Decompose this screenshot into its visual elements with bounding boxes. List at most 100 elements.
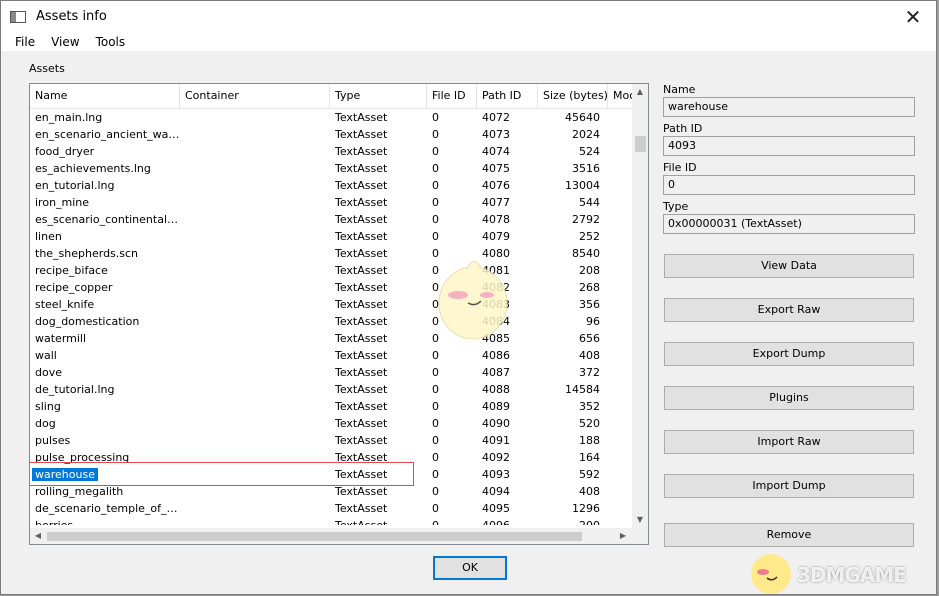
export-raw-button[interactable]: Export Raw bbox=[664, 298, 914, 322]
table-row[interactable]: dove TextAsset 0 4087 372 bbox=[30, 364, 633, 381]
cell-file-id: 0 bbox=[432, 417, 439, 430]
cell-container bbox=[180, 415, 330, 432]
cell-container bbox=[180, 228, 330, 245]
table-row[interactable]: food_dryer TextAsset 0 4074 524 bbox=[30, 143, 633, 160]
table-row[interactable]: warehouse TextAsset 0 4093 592 bbox=[30, 462, 633, 486]
table-row[interactable]: de_scenario_temple_of_th... TextAsset 0 409… bbox=[30, 500, 633, 517]
type-field[interactable]: 0x00000031 (TextAsset) bbox=[663, 214, 915, 234]
cell-path-id: 4080 bbox=[482, 247, 510, 260]
assets-list[interactable]: Name Container Type File ID Path ID Size… bbox=[29, 83, 649, 545]
cell-size: 520 bbox=[579, 417, 600, 430]
view-data-button[interactable]: View Data bbox=[664, 254, 914, 278]
column-header-type[interactable]: Type bbox=[330, 84, 427, 108]
cell-name-text: berries bbox=[35, 519, 73, 525]
cell-type: TextAsset bbox=[335, 485, 388, 498]
cell-size: 96 bbox=[586, 315, 600, 328]
cell-type: TextAsset bbox=[335, 332, 388, 345]
vertical-scrollbar[interactable]: ▲ ▼ bbox=[632, 84, 648, 528]
path-id-field[interactable]: 4093 bbox=[663, 136, 915, 156]
table-row[interactable]: watermill TextAsset 0 4085 656 bbox=[30, 330, 633, 347]
table-row[interactable]: en_tutorial.lng TextAsset 0 4076 13004 bbox=[30, 177, 633, 194]
menu-view[interactable]: View bbox=[43, 35, 87, 49]
table-row[interactable]: en_scenario_ancient_warri... TextAsset 0 40… bbox=[30, 126, 633, 143]
scroll-up-icon[interactable]: ▲ bbox=[632, 84, 648, 100]
menu-file[interactable]: File bbox=[1, 35, 43, 49]
table-row[interactable]: en_main.lng TextAsset 0 4072 45640 bbox=[30, 109, 633, 126]
cell-size: 200 bbox=[538, 517, 608, 525]
vertical-scroll-thumb[interactable] bbox=[635, 136, 646, 152]
cell-path-id: 4092 bbox=[482, 451, 510, 464]
cell-file-id: 0 bbox=[432, 298, 439, 311]
cell-path-id: 4077 bbox=[482, 196, 510, 209]
table-row[interactable]: pulses TextAsset 0 4091 188 bbox=[30, 432, 633, 449]
table-row[interactable]: linen TextAsset 0 4079 252 bbox=[30, 228, 633, 245]
ok-button[interactable]: OK bbox=[433, 556, 507, 580]
column-header-path-id[interactable]: Path ID bbox=[477, 84, 538, 108]
cell-name: de_tutorial.lng bbox=[30, 381, 180, 398]
menu-tools[interactable]: Tools bbox=[88, 35, 134, 49]
cell-size: 2792 bbox=[572, 213, 600, 226]
cell-path-id: 4072 bbox=[482, 111, 510, 124]
name-field[interactable]: warehouse bbox=[663, 97, 915, 117]
table-row[interactable]: steel_knife TextAsset 0 4083 356 bbox=[30, 296, 633, 313]
cell-name-text: dog bbox=[35, 417, 56, 430]
cell-file-id: 0 bbox=[427, 517, 477, 525]
plugins-button[interactable]: Plugins bbox=[664, 386, 914, 410]
column-header-size[interactable]: Size (bytes) bbox=[538, 84, 608, 108]
cell-container bbox=[180, 245, 330, 262]
column-header-file-id[interactable]: File ID bbox=[427, 84, 477, 108]
export-dump-button[interactable]: Export Dump bbox=[664, 342, 914, 366]
table-row[interactable]: es_scenario_continental_d... TextAsset 0 40… bbox=[30, 211, 633, 228]
cell-file-id: 0 bbox=[432, 281, 439, 294]
cell-path-id: 4075 bbox=[482, 162, 510, 175]
cell-type: TextAsset bbox=[335, 366, 388, 379]
name-label: Name bbox=[663, 83, 696, 96]
table-row[interactable]: es_achievements.lng TextAsset 0 4075 3516 bbox=[30, 160, 633, 177]
table-row[interactable]: berries TextAsset04096200 bbox=[30, 517, 633, 525]
table-row[interactable]: dog_domestication TextAsset 0 4084 96 bbox=[30, 313, 633, 330]
cell-file-id: 0 bbox=[432, 485, 439, 498]
cell-path-id: 4084 bbox=[482, 315, 510, 328]
title-bar[interactable]: Assets info ✕ bbox=[1, 1, 936, 32]
cell-name-text: food_dryer bbox=[35, 145, 95, 158]
scroll-right-icon[interactable]: ▶ bbox=[615, 528, 631, 544]
cell-name-text: de_scenario_temple_of_th... bbox=[35, 502, 180, 515]
table-row[interactable]: dog TextAsset 0 4090 520 bbox=[30, 415, 633, 432]
cell-container bbox=[180, 109, 330, 126]
table-row[interactable]: pulse_processing TextAsset 0 4092 164 bbox=[30, 449, 633, 466]
cell-file-id: 0 bbox=[432, 434, 439, 447]
cell-path-id: 4076 bbox=[482, 179, 510, 192]
horizontal-scrollbar[interactable]: ◀ ▶ bbox=[30, 528, 633, 544]
cell-file-id: 0 bbox=[432, 400, 439, 413]
scroll-down-icon[interactable]: ▼ bbox=[632, 512, 648, 528]
cell-name-text: pulses bbox=[35, 434, 71, 447]
import-dump-button[interactable]: Import Dump bbox=[664, 474, 914, 498]
cell-type: TextAsset bbox=[335, 230, 388, 243]
remove-button[interactable]: Remove bbox=[664, 523, 914, 547]
cell-size: 268 bbox=[579, 281, 600, 294]
table-row[interactable]: the_shepherds.scn TextAsset 0 4080 8540 bbox=[30, 245, 633, 262]
cell-name: sling bbox=[30, 398, 180, 415]
column-header-container[interactable]: Container bbox=[180, 84, 330, 108]
table-row[interactable]: recipe_biface TextAsset 0 4081 208 bbox=[30, 262, 633, 279]
close-icon[interactable]: ✕ bbox=[890, 1, 936, 32]
table-row[interactable]: wall TextAsset 0 4086 408 bbox=[30, 347, 633, 364]
table-row[interactable]: sling TextAsset 0 4089 352 bbox=[30, 398, 633, 415]
column-header-mod[interactable]: Moc bbox=[608, 84, 633, 108]
table-row[interactable]: rolling_megalith TextAsset 0 4094 408 bbox=[30, 483, 633, 500]
import-raw-button[interactable]: Import Raw bbox=[664, 430, 914, 454]
table-row[interactable]: de_tutorial.lng TextAsset 0 4088 14584 bbox=[30, 381, 633, 398]
cell-name-text: recipe_biface bbox=[35, 264, 108, 277]
horizontal-scroll-thumb[interactable] bbox=[47, 532, 582, 541]
table-row[interactable]: iron_mine TextAsset 0 4077 544 bbox=[30, 194, 633, 211]
cell-container bbox=[180, 177, 330, 194]
table-row[interactable]: recipe_copper TextAsset 0 4082 268 bbox=[30, 279, 633, 296]
cell-name: warehouse bbox=[30, 466, 180, 483]
cell-container bbox=[180, 330, 330, 347]
cell-file-id: 0 bbox=[432, 451, 439, 464]
scroll-left-icon[interactable]: ◀ bbox=[30, 528, 46, 544]
file-id-field[interactable]: 0 bbox=[663, 175, 915, 195]
column-header-name[interactable]: Name bbox=[30, 84, 180, 108]
cell-path-id: 4079 bbox=[482, 230, 510, 243]
cell-file-id: 0 bbox=[432, 179, 439, 192]
